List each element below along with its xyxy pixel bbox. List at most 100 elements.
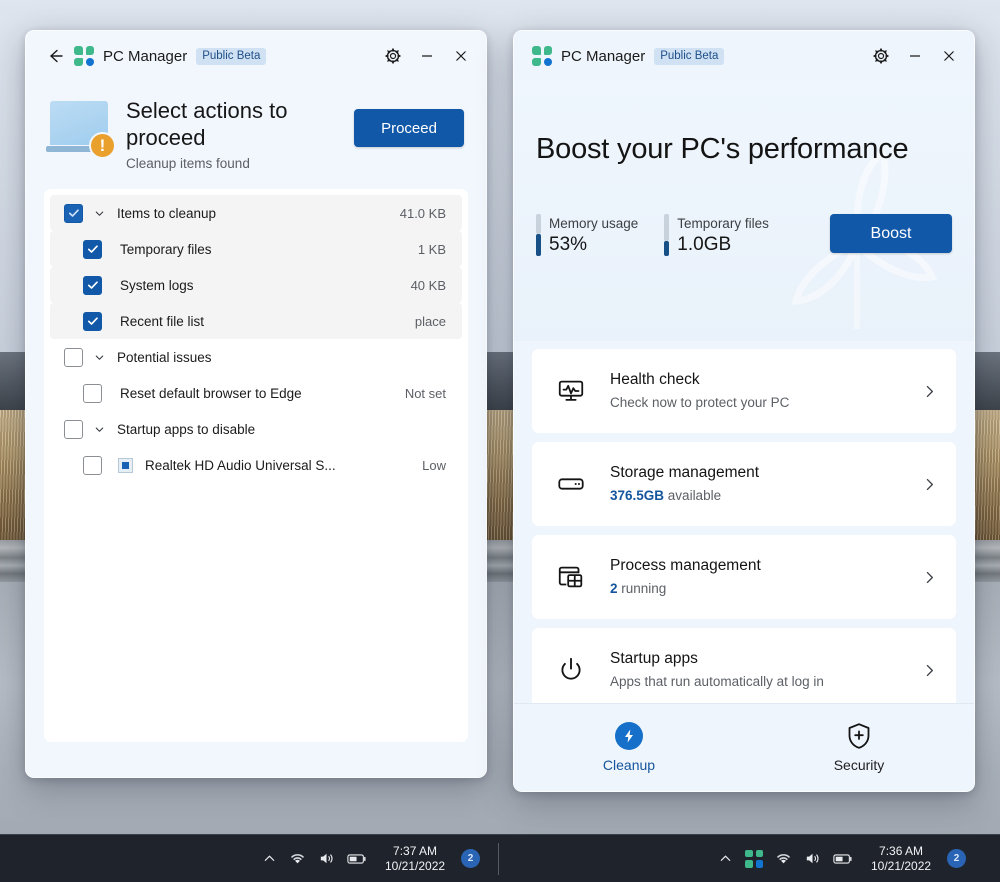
cleanup-row[interactable]: Items to cleanup41.0 KB — [50, 195, 462, 231]
pc-manager-tray-icon[interactable] — [745, 850, 763, 868]
chevron-right-icon[interactable] — [921, 476, 938, 493]
checkbox[interactable] — [64, 420, 83, 439]
beta-badge-left: Public Beta — [196, 48, 266, 65]
pc-manager-logo-icon — [74, 46, 94, 66]
stat-bar — [664, 214, 669, 256]
wifi-icon[interactable] — [289, 850, 306, 867]
laptop-warning-icon: ! — [46, 101, 112, 157]
close-icon[interactable] — [932, 40, 966, 72]
checkbox[interactable] — [83, 384, 102, 403]
cleanup-row[interactable]: Recent file listplace — [50, 303, 462, 339]
cleanup-items-list: Items to cleanup41.0 KBTemporary files1 … — [44, 189, 468, 742]
battery-icon[interactable] — [347, 852, 367, 866]
stat-value: 1.0GB — [677, 233, 769, 256]
wifi-icon[interactable] — [775, 850, 792, 867]
show-hidden-icons-chevron[interactable] — [262, 851, 277, 866]
gear-icon[interactable] — [864, 40, 898, 72]
chevron-down-icon[interactable] — [89, 351, 109, 364]
cleanup-row-label: Reset default browser to Edge — [120, 386, 405, 401]
stat-block: Temporary files1.0GB — [664, 214, 769, 256]
minimize-icon[interactable] — [898, 40, 932, 72]
cleanup-row-label: Potential issues — [117, 350, 446, 365]
page-title: Select actions to proceed — [126, 97, 340, 151]
card-title: Health check — [610, 369, 921, 391]
monitor-pulse-icon — [554, 376, 588, 406]
checkbox[interactable] — [64, 348, 83, 367]
checkbox[interactable] — [64, 204, 83, 223]
checkbox[interactable] — [83, 276, 102, 295]
volume-icon[interactable] — [318, 850, 335, 867]
cleanup-row[interactable]: Realtek HD Audio Universal S...Low — [50, 447, 462, 483]
power-icon — [554, 655, 588, 685]
system-tray-left: 7:37 AM 10/21/2022 2 — [262, 835, 480, 882]
clock-date-right: 10/21/2022 — [871, 859, 931, 874]
tab-label: Cleanup — [603, 757, 655, 773]
titlebar-right: PC Manager Public Beta — [514, 31, 974, 81]
cleanup-row-label: System logs — [120, 278, 411, 293]
cleanup-row-label: Realtek HD Audio Universal S... — [145, 458, 422, 473]
stat-label: Memory usage — [549, 214, 638, 233]
cleanup-row-label: Temporary files — [120, 242, 418, 257]
back-arrow-icon[interactable] — [40, 41, 70, 71]
feature-cards: Health checkCheck now to protect your PC… — [514, 341, 974, 712]
system-tray-right: 7:36 AM 10/21/2022 2 — [718, 835, 966, 882]
proceed-button[interactable]: Proceed — [354, 109, 464, 147]
boost-hero: Boost your PC's performance Memory usage… — [514, 81, 974, 341]
card-subtitle: Apps that run automatically at log in — [610, 672, 921, 692]
cleanup-row[interactable]: Startup apps to disable — [50, 411, 462, 447]
pc-manager-logo-icon — [532, 46, 552, 66]
tab-security[interactable]: Security — [744, 722, 974, 773]
feature-card[interactable]: Health checkCheck now to protect your PC — [532, 349, 956, 433]
cleanup-row-value: 1 KB — [418, 242, 446, 257]
cleanup-row[interactable]: Potential issues — [50, 339, 462, 375]
titlebar-left: PC Manager Public Beta — [26, 31, 486, 81]
hard-drive-icon — [554, 469, 588, 499]
chevron-right-icon[interactable] — [921, 569, 938, 586]
cleanup-row[interactable]: Temporary files1 KB — [50, 231, 462, 267]
cleanup-row-value: Not set — [405, 386, 446, 401]
feature-card[interactable]: Process management2 running — [532, 535, 956, 619]
cleanup-hero: ! Select actions to proceed Cleanup item… — [26, 81, 486, 189]
feature-card[interactable]: Startup appsApps that run automatically … — [532, 628, 956, 712]
cleanup-row[interactable]: System logs40 KB — [50, 267, 462, 303]
gear-icon[interactable] — [376, 40, 410, 72]
stats-row: Memory usage53% Temporary files1.0GB Boos… — [536, 214, 952, 256]
checkbox[interactable] — [83, 240, 102, 259]
battery-icon[interactable] — [833, 852, 853, 866]
boost-button[interactable]: Boost — [830, 214, 952, 253]
show-hidden-icons-chevron[interactable] — [718, 851, 733, 866]
cleanup-row[interactable]: Reset default browser to EdgeNot set — [50, 375, 462, 411]
page-subtitle: Cleanup items found — [126, 156, 340, 171]
stat-block: Memory usage53% — [536, 214, 638, 256]
cleanup-row-value: place — [415, 314, 446, 329]
card-subtitle: 376.5GB available — [610, 486, 921, 506]
close-icon[interactable] — [444, 40, 478, 72]
app-title-right: PC Manager — [561, 48, 645, 65]
chevron-down-icon[interactable] — [89, 207, 109, 220]
card-title: Process management — [610, 555, 921, 577]
cleanup-row-value: 41.0 KB — [400, 206, 446, 221]
notification-badge-left[interactable]: 2 — [461, 849, 480, 868]
tab-cleanup[interactable]: Cleanup — [514, 722, 744, 773]
chevron-down-icon[interactable] — [89, 423, 109, 436]
minimize-icon[interactable] — [410, 40, 444, 72]
shield-plus-icon — [846, 722, 872, 750]
clock-right[interactable]: 7:36 AM 10/21/2022 — [871, 844, 931, 874]
cleanup-row-value: Low — [422, 458, 446, 473]
clock-left[interactable]: 7:37 AM 10/21/2022 — [385, 844, 445, 874]
volume-icon[interactable] — [804, 850, 821, 867]
bolt-icon — [615, 722, 643, 750]
cleanup-row-label: Recent file list — [120, 314, 415, 329]
app-title-left: PC Manager — [103, 48, 187, 65]
tab-label: Security — [834, 757, 885, 773]
notification-badge-right[interactable]: 2 — [947, 849, 966, 868]
cleanup-row-label: Startup apps to disable — [117, 422, 446, 437]
feature-card[interactable]: Storage management376.5GB available — [532, 442, 956, 526]
stat-label: Temporary files — [677, 214, 769, 233]
checkbox[interactable] — [83, 456, 102, 475]
chevron-right-icon[interactable] — [921, 383, 938, 400]
beta-badge-right: Public Beta — [654, 48, 724, 65]
chevron-right-icon[interactable] — [921, 662, 938, 679]
clock-time-right: 7:36 AM — [871, 844, 931, 859]
checkbox[interactable] — [83, 312, 102, 331]
